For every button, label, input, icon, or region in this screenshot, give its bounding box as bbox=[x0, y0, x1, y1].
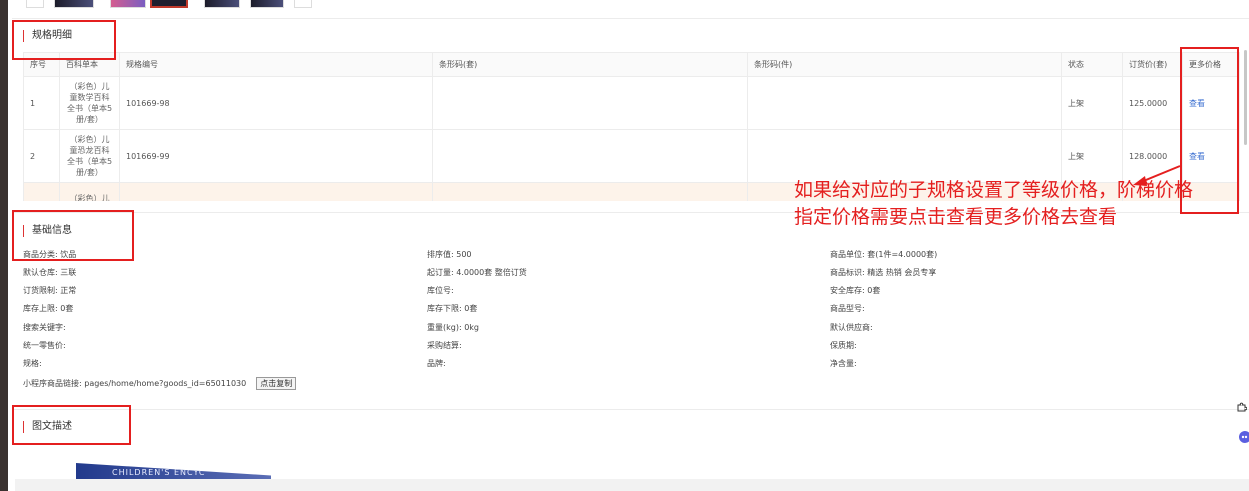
row-name: （彩色）儿童数学百科全书（单本5册/套） bbox=[59, 76, 120, 130]
row-code: 101669-99 bbox=[119, 129, 433, 183]
info-miniprogram-row: 小程序商品链接: pages/home/home?goods_id=650110… bbox=[23, 377, 297, 390]
chat-bot-icon[interactable] bbox=[1237, 430, 1249, 447]
info-stock-min: 库存下限: 0套 bbox=[427, 304, 478, 313]
row-status: 上架 bbox=[1061, 76, 1123, 130]
row-code: 101669-98 bbox=[119, 76, 433, 130]
info-safe-stock: 安全库存: 0套 bbox=[830, 286, 881, 295]
divider bbox=[12, 409, 1249, 410]
column-header: 规格编号 bbox=[119, 52, 433, 77]
info-supplier: 默认供应商: bbox=[830, 323, 873, 332]
info-shelf-life: 保质期: bbox=[830, 341, 857, 350]
row-name: （彩色）儿童恐龙百科全书（单本5册/套） bbox=[59, 129, 120, 183]
miniprogram-link: 小程序商品链接: pages/home/home?goods_id=650110… bbox=[23, 379, 247, 388]
column-header: 订货价(套) bbox=[1122, 52, 1183, 77]
info-spec: 规格: bbox=[23, 359, 42, 368]
row-index: 3 bbox=[23, 182, 60, 201]
bottom-bar bbox=[15, 479, 1249, 491]
cover-text: CHILDREN'S ENCYC bbox=[112, 468, 206, 477]
spec-table-viewport[interactable]: 序号 百科单本 规格编号 条形码(套) 条形码(件) 状态 订货价(套) 更多价… bbox=[0, 0, 1249, 201]
table-row: 1 （彩色）儿童数学百科全书（单本5册/套） 101669-98 上架 125.… bbox=[23, 76, 1240, 130]
info-tags: 商品标识: 精选 热销 会员专享 bbox=[830, 268, 937, 277]
info-sort: 排序值: 500 bbox=[427, 250, 472, 259]
scrollbar[interactable] bbox=[1244, 50, 1247, 145]
column-header: 条形码(件) bbox=[747, 52, 1062, 77]
row-barcode-set bbox=[432, 129, 748, 183]
row-barcode-set bbox=[432, 76, 748, 130]
info-net-content: 净含量: bbox=[830, 359, 857, 368]
annotation-box-spec-title bbox=[12, 20, 116, 60]
row-index: 2 bbox=[23, 129, 60, 183]
annotation-note-line1: 如果给对应的子规格设置了等级价格，阶梯价格 bbox=[794, 179, 1194, 201]
info-model: 商品型号: bbox=[830, 304, 865, 313]
info-stock-max: 库存上限: 0套 bbox=[23, 304, 74, 313]
row-code: 101669-100 bbox=[119, 182, 433, 201]
info-retail-price: 统一零售价: bbox=[23, 341, 66, 350]
info-warehouse: 默认仓库: 三联 bbox=[23, 268, 77, 277]
column-header: 条形码(套) bbox=[432, 52, 748, 77]
row-barcode-set bbox=[432, 182, 748, 201]
info-order-limit: 订货限制: 正常 bbox=[23, 286, 77, 295]
info-unit: 商品单位: 套(1件=4.0000套) bbox=[830, 250, 938, 259]
row-status: 上架 bbox=[1061, 129, 1123, 183]
info-weight: 重量(kg): 0kg bbox=[427, 323, 479, 332]
row-barcode-piece bbox=[747, 76, 1062, 130]
table-header-row: 序号 百科单本 规格编号 条形码(套) 条形码(件) 状态 订货价(套) 更多价… bbox=[23, 52, 1240, 77]
annotation-box-basic-title bbox=[12, 210, 134, 261]
table-row: 2 （彩色）儿童恐龙百科全书（单本5册/套） 101669-99 上架 128.… bbox=[23, 129, 1240, 183]
row-index: 1 bbox=[23, 76, 60, 130]
row-barcode-piece bbox=[747, 129, 1062, 183]
info-purchase-settle: 采购结算: bbox=[427, 341, 462, 350]
puzzle-icon[interactable] bbox=[1237, 402, 1249, 415]
row-name: （彩色）儿童地球大百科 bbox=[59, 182, 120, 201]
copy-link-button[interactable]: 点击复制 bbox=[256, 377, 297, 390]
annotation-box-graphic-title bbox=[12, 405, 131, 445]
info-location: 库位号: bbox=[427, 286, 454, 295]
column-header: 状态 bbox=[1061, 52, 1123, 77]
annotation-note-line2: 指定价格需要点击查看更多价格去查看 bbox=[794, 206, 1118, 228]
info-keywords: 搜索关键字: bbox=[23, 323, 66, 332]
info-min-order: 起订量: 4.0000套 整倍订货 bbox=[427, 268, 527, 277]
row-price: 125.0000 bbox=[1122, 76, 1183, 130]
info-brand: 品牌: bbox=[427, 359, 446, 368]
